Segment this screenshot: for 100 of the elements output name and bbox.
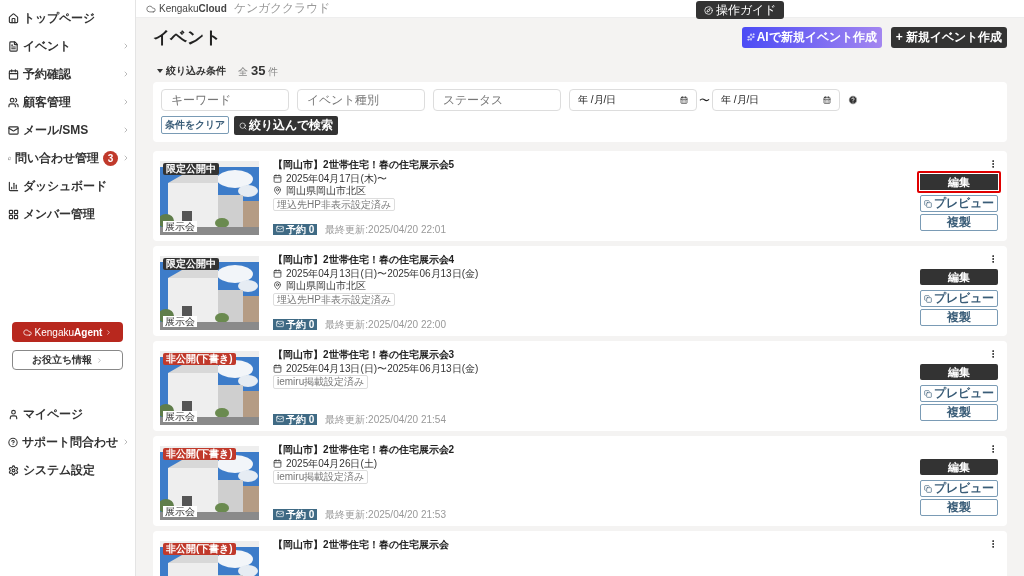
compass-icon (704, 5, 713, 15)
preview-button[interactable]: プレビュー (920, 195, 998, 212)
home-icon (8, 12, 19, 24)
status-badge: 限定公開中 (163, 163, 219, 175)
location-pin-icon (273, 186, 282, 196)
calendar-icon[interactable] (823, 96, 831, 104)
document-icon (8, 40, 19, 52)
chevron-icon (96, 356, 103, 364)
sidebar-item[interactable]: 問い合わせ管理 3 (0, 144, 135, 172)
mail-icon (276, 320, 284, 329)
help-icon[interactable] (848, 95, 858, 105)
sidebar-item[interactable]: ダッシュボード (0, 172, 135, 200)
search-icon (239, 121, 247, 130)
chevron-icon (122, 70, 130, 78)
logo-subtext: ケンガククラウド (233, 0, 330, 17)
preview-button[interactable]: プレビュー (920, 290, 998, 307)
event-title: 【岡山市】2世帯住宅！春の住宅展示会 (273, 539, 450, 551)
setting-tag: iemiru掲載設定済み (273, 375, 369, 389)
new-event-button[interactable]: + 新規イベント作成 (890, 26, 1007, 48)
total-count: 全 35 件 (238, 63, 279, 79)
calendar-icon (273, 268, 282, 278)
duplicate-button[interactable]: 複製 (920, 404, 998, 421)
people-icon (8, 96, 19, 108)
mail-icon (276, 415, 284, 424)
count-badge: 3 (103, 150, 118, 166)
sidebar-item[interactable]: マイページ (0, 400, 135, 428)
event-date: 2025年04月26日(土) (286, 457, 378, 469)
event-date: 2025年04月17日(木)〜 (286, 172, 388, 184)
clear-button[interactable]: 条件をクリア (161, 116, 229, 134)
sidebar-item[interactable]: メンバー管理 (0, 200, 135, 228)
agent-button[interactable]: KengakuAgent (12, 322, 123, 342)
status-badge: 限定公開中 (163, 258, 219, 270)
copy-icon (924, 484, 932, 493)
preview-button[interactable]: プレビュー (920, 480, 998, 497)
event-location: 岡山県岡山市北区 (286, 185, 366, 197)
status-badge: 非公開(下書き) (163, 353, 236, 365)
edit-button[interactable]: 編集 (920, 364, 998, 380)
calendar-icon (273, 173, 282, 183)
event-date: 2025年04月13日(日)〜2025年06月13日(金) (286, 362, 479, 374)
person-icon (8, 408, 19, 420)
updated-time: 最終更新:2025/04/20 21:54 (325, 413, 446, 425)
location-pin-icon (273, 281, 282, 291)
reservation-badge: 予約 0 (273, 413, 318, 425)
sidebar-item[interactable]: 予約確認 (0, 60, 135, 88)
setting-tag: 埋込先HP非表示設定済み (273, 292, 395, 306)
chevron-icon (122, 154, 130, 162)
sidebar-item[interactable]: システム設定 (0, 456, 135, 484)
date-field[interactable]: 年 /月/日 (712, 89, 840, 111)
filter-field[interactable]: キーワード (161, 89, 289, 111)
filter-field[interactable]: イベント種別 (297, 89, 425, 111)
status-badge: 非公開(下書き) (163, 448, 236, 460)
event-location: 岡山県岡山市北区 (286, 280, 366, 292)
chevron-icon (122, 438, 130, 446)
edit-button[interactable]: 編集 (920, 269, 998, 285)
event-title: 【岡山市】2世帯住宅！春の住宅展示会5 (273, 159, 456, 171)
status-badge: 非公開(下書き) (163, 543, 236, 555)
calendar-icon (8, 68, 19, 80)
calendar-icon (273, 363, 282, 373)
reservation-badge: 予約 0 (273, 508, 318, 520)
sidebar-item[interactable]: トップページ (0, 4, 135, 32)
calendar-icon[interactable] (680, 96, 688, 104)
edit-button[interactable]: 編集 (917, 171, 1001, 193)
calendar-icon (273, 458, 282, 468)
filter-toggle[interactable]: 絞り込み条件 (153, 64, 226, 78)
search-button[interactable]: 絞り込んで検索 (234, 116, 338, 135)
duplicate-button[interactable]: 複製 (920, 499, 998, 516)
ai-create-button[interactable]: AIで新規イベント作成 (741, 26, 882, 48)
duplicate-button[interactable]: 複製 (920, 214, 998, 231)
settings-icon (8, 464, 19, 476)
page-title: イベント (153, 26, 222, 49)
chevron-icon (105, 328, 113, 336)
duplicate-button[interactable]: 複製 (920, 309, 998, 326)
mail-icon (276, 510, 284, 519)
info-button[interactable]: お役立ち情報 (12, 350, 123, 370)
grid-icon (8, 208, 19, 220)
bar-chart-icon (8, 180, 19, 192)
filter-field[interactable]: ステータス (433, 89, 561, 111)
updated-time: 最終更新:2025/04/20 21:53 (325, 508, 446, 520)
guide-button[interactable]: 操作ガイド (696, 1, 784, 19)
date-field[interactable]: 年 /月/日 (569, 89, 697, 111)
preview-button[interactable]: プレビュー (920, 385, 998, 402)
sparkle-icon (746, 33, 755, 41)
sidebar-item[interactable]: サポート問合わせ (0, 428, 135, 456)
logo-text: KengakuCloud (159, 3, 227, 14)
cloud-logo-icon (22, 327, 32, 337)
updated-time: 最終更新:2025/04/20 22:01 (325, 223, 446, 235)
setting-tag: iemiru掲載設定済み (273, 470, 369, 484)
mail-icon (8, 124, 19, 136)
sidebar-item[interactable]: 顧客管理 (0, 88, 135, 116)
chevron-icon (122, 98, 130, 106)
mail-icon (276, 225, 284, 234)
help-icon (8, 436, 18, 448)
sidebar-item[interactable]: メール/SMS (0, 116, 135, 144)
reservation-badge: 予約 0 (273, 223, 318, 235)
copy-icon (924, 294, 932, 303)
edit-button[interactable]: 編集 (920, 459, 998, 475)
sidebar-item[interactable]: イベント (0, 32, 135, 60)
reservation-badge: 予約 0 (273, 318, 318, 330)
chevron-icon (122, 126, 130, 134)
chevron-icon (122, 42, 130, 50)
